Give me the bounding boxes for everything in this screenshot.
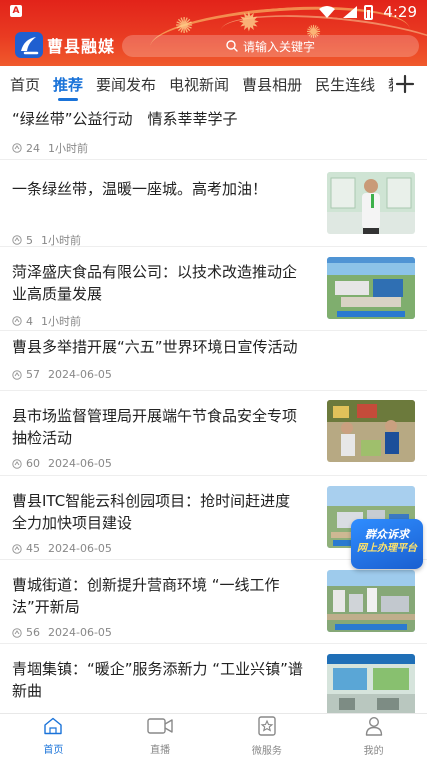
user-icon [365,716,383,740]
badge-line1: 群众诉求 [365,528,409,541]
view-count: 45 [26,542,40,555]
nav-label: 直播 [150,745,171,756]
video-icon [147,717,173,739]
signal-icon [343,6,358,18]
battery-icon [364,4,374,20]
news-thumbnail[interactable] [327,400,415,462]
view-count: 24 [26,141,40,155]
news-thumbnail[interactable] [327,172,415,234]
news-title: 一条绿丝带，温暖一座城。高考加油！ [12,180,268,198]
news-meta: 5 1小时前 [12,232,81,248]
wifi-icon [319,6,336,18]
publish-time: 2024-06-05 [48,542,112,555]
news-title: 县市场监督管理局开展端午节食品安全专项抽检活动 [12,407,298,447]
nav-label: 微服务 [251,746,282,757]
tab-1[interactable]: 推荐 [53,66,83,104]
views-icon [12,543,22,554]
view-count: 57 [26,368,40,381]
news-title: 青堌集镇：“暖企”服务添新力 “工业兴镇”谱新曲 [12,660,303,700]
views-icon [12,369,22,380]
nav-user[interactable]: 我的 [320,714,427,759]
news-item[interactable]: 一条绿丝带，温暖一座城。高考加油！ 5 1小时前 [0,160,427,247]
tab-0[interactable]: 首页 [10,66,40,104]
news-meta: 57 2024-06-05 [12,368,112,381]
tab-2[interactable]: 要闻发布 [96,66,156,104]
views-icon [12,458,22,469]
news-meta: 56 2024-06-05 [12,626,112,639]
view-count: 4 [26,314,33,328]
nav-label: 我的 [363,746,384,757]
news-item[interactable]: 曹县多举措开展“六五”世界环境日宣传活动 57 2024-06-05 [0,331,427,391]
news-meta: 45 2024-06-05 [12,542,112,555]
news-title: 曹县ITC智能云科创园项目：抢时间赶进度 全力加快项目建设 [12,492,291,532]
search-icon [226,40,238,52]
views-icon [12,143,22,153]
views-icon [12,235,22,245]
category-tabs: 首页推荐要闻发布电视新闻曹县相册民生连线教 [0,66,427,104]
tab-3[interactable]: 电视新闻 [169,66,229,104]
bottom-navigation: 首页 直播 微服务 我的 [0,713,427,759]
nav-label: 首页 [43,745,64,756]
app-name: 曹县融媒 [47,37,116,56]
publish-time: 1小时前 [41,315,81,328]
tab-4[interactable]: 曹县相册 [242,66,302,104]
star-bookmark-icon [258,716,276,740]
logo-icon [15,32,43,58]
news-title: 曹县多举措开展“六五”世界环境日宣传活动 [12,338,298,356]
views-icon [12,627,22,638]
news-title: “绿丝带”公益行动 情系莘莘学子 [12,110,238,128]
status-time: 4:29 [383,3,417,21]
news-thumbnail[interactable] [327,570,415,632]
petition-platform-button[interactable]: 群众诉求 网上办理平台 [351,519,423,569]
views-icon [12,316,22,326]
app-logo: 曹县融媒 [14,31,115,59]
nav-home[interactable]: 首页 [0,714,107,759]
add-channel-icon[interactable] [393,72,417,96]
status-bar: A 4:29 [0,0,427,24]
news-thumbnail[interactable] [327,654,415,713]
news-meta: 4 1小时前 [12,313,81,329]
search-bar[interactable]: 请输入关键字 [122,35,419,57]
news-item[interactable]: 县市场监督管理局开展端午节食品安全专项抽检活动 60 2024-06-05 [0,391,427,476]
app-notification-icon: A [10,5,22,17]
nav-star-bookmark[interactable]: 微服务 [214,714,321,759]
news-item[interactable]: 曹城街道：创新提升营商环境 “一线工作法”开新局 56 2024-06-05 [0,560,427,644]
news-item[interactable]: 菏泽盛庆食品有限公司：以技术改造推动企业高质量发展 4 1小时前 [0,247,427,331]
nav-video[interactable]: 直播 [107,714,214,759]
news-item[interactable]: “绿丝带”公益行动 情系莘莘学子 24 1小时前 [0,104,427,160]
tab-5[interactable]: 民生连线 [315,66,375,104]
badge-line2: 网上办理平台 [357,543,417,554]
publish-time: 2024-06-05 [48,368,112,381]
publish-time: 1小时前 [48,142,88,155]
news-feed: “绿丝带”公益行动 情系莘莘学子 24 1小时前 一条绿丝带，温暖一座城。高考加油！ 5… [0,104,427,713]
publish-time: 1小时前 [41,234,81,247]
app-header: ✺ ✹ ✺ A 4:29 曹县融媒 请输入关键字 [0,0,427,66]
news-meta: 24 1小时前 [12,140,88,156]
publish-time: 2024-06-05 [48,626,112,639]
publish-time: 2024-06-05 [48,457,112,470]
news-thumbnail[interactable] [327,257,415,319]
view-count: 60 [26,457,40,470]
home-icon [43,717,63,739]
news-meta: 60 2024-06-05 [12,457,112,470]
news-title: 菏泽盛庆食品有限公司：以技术改造推动企业高质量发展 [12,263,298,303]
search-placeholder: 请输入关键字 [242,39,315,54]
view-count: 5 [26,233,33,247]
view-count: 56 [26,626,40,639]
news-title: 曹城街道：创新提升营商环境 “一线工作法”开新局 [12,576,280,616]
news-item[interactable]: 青堌集镇：“暖企”服务添新力 “工业兴镇”谱新曲 [0,644,427,713]
